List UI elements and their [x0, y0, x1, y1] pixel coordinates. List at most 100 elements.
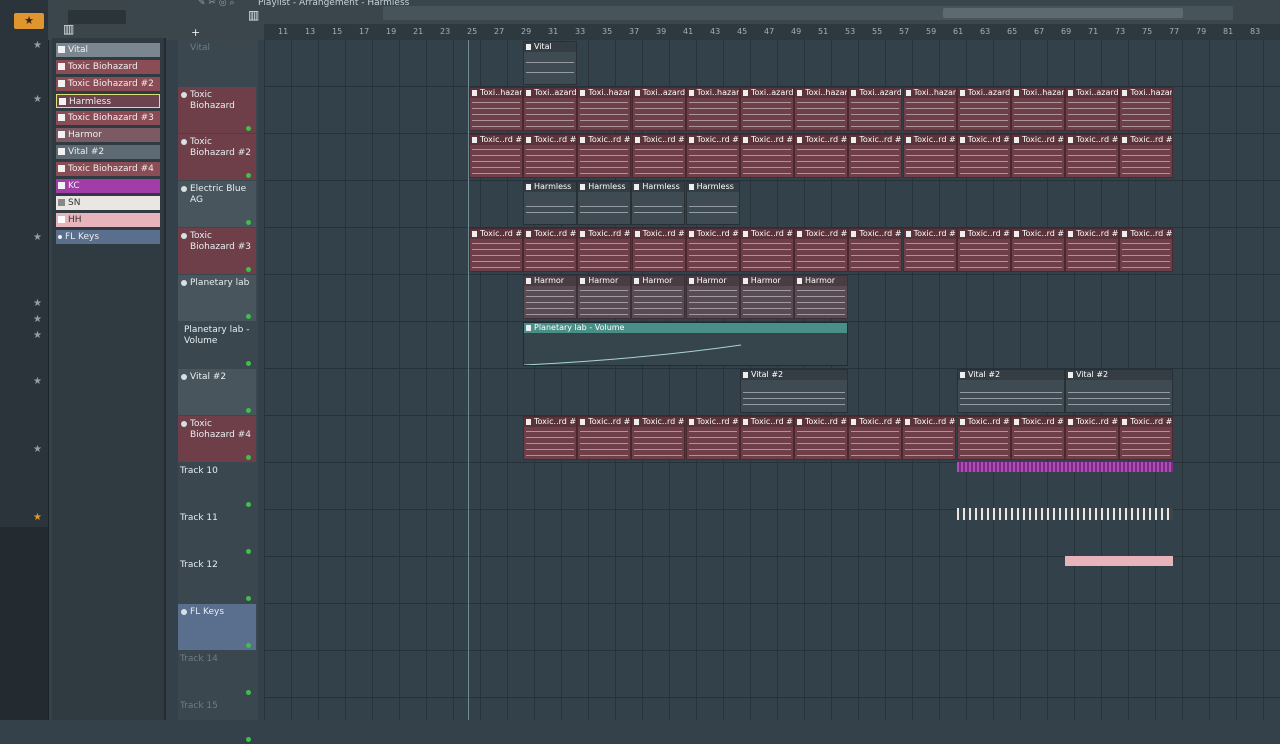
pattern-clip[interactable]: Harmor — [631, 275, 686, 319]
pattern-clip[interactable]: Toxic..rd #3 — [740, 228, 794, 272]
hh-clip[interactable] — [1065, 556, 1173, 566]
track-header[interactable]: Track 11 — [178, 510, 256, 556]
pattern-clip[interactable]: Toxic..rd #2 — [469, 134, 523, 178]
pattern-clip[interactable]: Toxic..rd #4 — [902, 416, 957, 460]
piano-roll-icon[interactable]: ▥ — [63, 22, 74, 36]
track-header[interactable]: Track 12 — [178, 557, 256, 603]
track-header[interactable]: Toxic Biohazard — [178, 87, 256, 133]
tool-icons[interactable]: ✎ ✂ ◎ ⌕ — [198, 0, 235, 8]
picker-item[interactable]: SN — [56, 196, 160, 210]
pattern-clip[interactable]: Toxi..azard — [848, 87, 903, 131]
picker-item[interactable]: FL Keys — [56, 230, 160, 244]
picker-item[interactable]: Vital — [56, 43, 160, 57]
pattern-clip[interactable]: Harmor — [685, 275, 740, 319]
picker-item-selected[interactable]: Harmless — [56, 94, 160, 108]
track-header[interactable]: Track 15 — [178, 698, 256, 744]
pattern-clip[interactable]: Harmless — [577, 181, 632, 225]
pattern-clip[interactable]: Toxic..rd #3 — [685, 228, 740, 272]
pattern-clip[interactable]: Toxic..rd #2 — [848, 134, 903, 178]
timeline-ruler[interactable]: 11 13 15 17 19 21 23 25 27 29 31 33 35 37 39 41 43 45 47 49… — [264, 24, 1280, 40]
pattern-clip[interactable]: Vital #2 — [957, 369, 1065, 413]
track-header[interactable]: Planetary lab — [178, 275, 256, 321]
track-header[interactable]: Toxic Biohazard #4 — [178, 416, 256, 462]
pattern-clip[interactable]: Toxic..rd #2 — [577, 134, 632, 178]
track-header[interactable]: Electric Blue AG — [178, 181, 256, 227]
pattern-clip[interactable]: Toxi..hazard — [1119, 87, 1174, 131]
star-icon[interactable]: ★ — [33, 314, 42, 325]
star-icon[interactable]: ★ — [33, 232, 42, 243]
pattern-clip[interactable]: Toxic..rd #4 — [1119, 416, 1174, 460]
pattern-clip[interactable]: Toxic..rd #2 — [523, 134, 578, 178]
pattern-clip[interactable]: Harmless — [523, 181, 577, 225]
pattern-clip[interactable]: Toxic..rd #4 — [848, 416, 903, 460]
pattern-clip[interactable]: Harmor — [577, 275, 632, 319]
star-icon[interactable]: ★ — [33, 444, 42, 455]
pattern-clip[interactable]: Toxic..rd #2 — [1119, 134, 1174, 178]
track-header[interactable]: Vital — [178, 40, 256, 86]
pattern-clip[interactable]: Toxic..rd #4 — [631, 416, 686, 460]
snap-selector[interactable] — [68, 10, 126, 24]
pattern-clip[interactable]: Toxic..rd #2 — [956, 134, 1011, 178]
pattern-clip[interactable]: Toxi..azard — [956, 87, 1011, 131]
star-icon[interactable]: ★ — [33, 40, 42, 51]
pattern-clip[interactable]: Toxic..rd #4 — [685, 416, 740, 460]
picker-item[interactable]: Vital #2 — [56, 145, 160, 159]
star-icon[interactable]: ★ — [33, 330, 42, 341]
pattern-clip[interactable]: Toxic..rd #2 — [740, 134, 794, 178]
pattern-clip[interactable]: Toxic..rd #3 — [469, 228, 523, 272]
pattern-clip[interactable]: Vital — [523, 41, 577, 85]
pattern-clip[interactable]: Vital #2 — [1065, 369, 1173, 413]
pattern-clip[interactable]: Toxic..rd #3 — [1065, 228, 1120, 272]
pattern-clip[interactable]: Toxic..rd #3 — [848, 228, 903, 272]
pattern-clip[interactable]: Harmless — [685, 181, 740, 225]
automation-clip[interactable]: Planetary lab - Volume — [523, 322, 848, 366]
pattern-clip[interactable]: Toxic..rd #3 — [794, 228, 849, 272]
pattern-clip[interactable]: Harmless — [631, 181, 686, 225]
picker-item[interactable]: Toxic Biohazard #4 — [56, 162, 160, 176]
star-icon[interactable]: ★ — [33, 376, 42, 387]
pattern-clip[interactable]: Toxi..hazard — [794, 87, 849, 131]
pattern-clip[interactable]: Toxic..rd #3 — [1119, 228, 1174, 272]
picker-item[interactable]: Toxic Biohazard #3 — [56, 111, 160, 125]
pattern-clip[interactable]: Toxic..rd #3 — [577, 228, 632, 272]
pattern-clip[interactable]: Toxic..rd #2 — [902, 134, 957, 178]
pattern-clip[interactable]: Toxic..rd #2 — [631, 134, 686, 178]
pattern-clip[interactable]: Toxic..rd #3 — [1011, 228, 1065, 272]
pattern-clip[interactable]: Toxic..rd #4 — [794, 416, 848, 460]
horizontal-scrollbar[interactable] — [383, 6, 1233, 20]
pattern-clip[interactable]: Harmor — [739, 275, 794, 319]
pattern-clip[interactable]: Toxi..hazard — [902, 87, 957, 131]
track-header[interactable]: Track 14 — [178, 651, 256, 697]
track-header-selected[interactable]: FL Keys — [178, 604, 256, 650]
picker-item[interactable]: HH — [56, 213, 160, 227]
pattern-clip[interactable]: Toxic..rd #4 — [956, 416, 1011, 460]
star-icon[interactable]: ★ — [33, 94, 42, 105]
pattern-clip[interactable]: Toxi..hazard — [577, 87, 632, 131]
pattern-clip[interactable]: Toxic..rd #2 — [794, 134, 849, 178]
pattern-clip[interactable]: Toxi..azard — [523, 87, 578, 131]
picker-item[interactable]: Toxic Biohazard #2 — [56, 77, 160, 91]
star-icon[interactable]: ★ — [33, 512, 42, 523]
piano-icon[interactable]: ▥ — [248, 8, 259, 22]
track-header[interactable]: Toxic Biohazard #2 — [178, 134, 256, 180]
favorite-star-button[interactable]: ★ — [14, 13, 44, 29]
star-icon[interactable]: ★ — [33, 298, 42, 309]
track-header[interactable]: Track 10 — [178, 463, 256, 509]
picker-item[interactable]: Harmor — [56, 128, 160, 142]
pattern-clip[interactable]: Toxic..rd #3 — [956, 228, 1011, 272]
pattern-clip[interactable]: Vital #2 — [740, 369, 848, 413]
pattern-clip[interactable]: Toxic..rd #2 — [685, 134, 740, 178]
pattern-clip[interactable]: Toxic..rd #3 — [631, 228, 686, 272]
pattern-clip[interactable]: Toxi..azard — [1065, 87, 1120, 131]
pattern-clip[interactable]: Toxic..rd #4 — [739, 416, 794, 460]
playlist-grid[interactable]: Vital Toxi..hazard Toxi..azard Toxi..hazard… — [264, 40, 1280, 720]
pattern-clip[interactable]: Toxic..rd #4 — [523, 416, 577, 460]
pattern-clip[interactable]: Toxic..rd #4 — [577, 416, 632, 460]
pattern-clip[interactable]: Toxi..hazard — [469, 87, 523, 131]
picker-item[interactable]: KC — [56, 179, 160, 193]
pattern-clip[interactable]: Toxic..rd #4 — [1010, 416, 1065, 460]
pattern-clip[interactable]: Toxic..rd #4 — [1065, 416, 1119, 460]
pattern-clip[interactable]: Toxic..rd #2 — [1065, 134, 1120, 178]
kc-clip[interactable] — [957, 462, 1173, 472]
pattern-clip[interactable]: Toxi..hazard — [685, 87, 740, 131]
